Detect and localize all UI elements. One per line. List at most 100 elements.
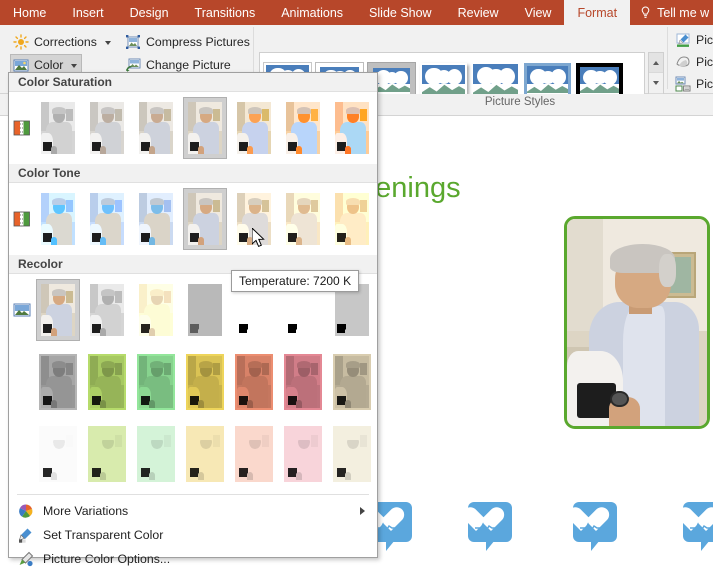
swatch-row [9, 183, 377, 255]
picture-layout-icon [675, 76, 691, 92]
swatch-light-variation-yellow[interactable] [183, 423, 227, 485]
gallery-scroll-up-button[interactable] [649, 53, 663, 74]
menu-item-picture-color-options[interactable]: Picture Color Options... [9, 547, 377, 571]
swatch-temperature-6500k[interactable] [183, 188, 227, 250]
swatch-saturation-0[interactable] [36, 97, 80, 159]
swatch-temperature-11200k[interactable] [330, 188, 374, 250]
gallery-scroll-down-button[interactable] [649, 73, 663, 94]
swatch-saturation-200[interactable] [232, 97, 276, 159]
color-dropdown-menu[interactable]: Color Saturation Color Tone Recolor More Va… [8, 72, 378, 567]
swatch-temperature-5900k[interactable] [134, 188, 178, 250]
heart-pulse-bubble-icon[interactable] [573, 502, 617, 552]
menu-item-label: More Variations [43, 504, 129, 518]
recolor-icon [13, 445, 31, 463]
compress-pictures-icon [125, 34, 141, 50]
chevron-up-icon [653, 60, 659, 65]
swatch-sepia[interactable] [134, 279, 178, 341]
swatch-dark-variation-red[interactable] [281, 351, 325, 413]
swatch-dark-variation-orange[interactable] [232, 351, 276, 413]
swatch-light-variation-orange[interactable] [232, 423, 276, 485]
corrections-button[interactable]: Corrections [10, 31, 116, 53]
ribbon-tab-design[interactable]: Design [117, 0, 182, 25]
tell-me-box[interactable]: Tell me w [630, 0, 713, 25]
menu-divider [17, 494, 369, 495]
compress-pictures-label: Compress Pictures [146, 35, 250, 49]
photo-hair-side [659, 254, 677, 288]
picture-effects-icon [675, 54, 691, 70]
swatch-row [9, 346, 377, 418]
tooltip-text: Temperature: 7200 K [239, 274, 352, 288]
corrections-label: Corrections [34, 35, 97, 49]
slide-photo[interactable] [564, 216, 710, 429]
color-tone-icon [13, 210, 31, 228]
picture-border-label: Pictu [696, 33, 713, 47]
swatch-washout[interactable] [183, 279, 227, 341]
swatch-row [9, 92, 377, 164]
section-title: Color Saturation [18, 75, 113, 89]
swatch-saturation-66[interactable] [134, 97, 178, 159]
picture-effects-label: Pictu [696, 55, 713, 69]
section-title: Color Tone [18, 166, 81, 180]
swatch-light-variation-red[interactable] [281, 423, 325, 485]
ribbon-tab-review[interactable]: Review [445, 0, 512, 25]
ribbon-tab-animations[interactable]: Animations [268, 0, 356, 25]
swatch-saturation-300[interactable] [281, 97, 325, 159]
swatch-light-variation-green[interactable] [85, 423, 129, 485]
more-variations-icon [18, 503, 34, 519]
picture-border-button[interactable]: Pictu [672, 29, 713, 51]
tooltip: Temperature: 7200 K [231, 270, 360, 292]
ribbon-tab-insert[interactable]: Insert [59, 0, 116, 25]
swatch-dark-variation-tan[interactable] [330, 351, 374, 413]
change-picture-icon [125, 57, 141, 73]
swatch-light-variation-gray[interactable] [36, 423, 80, 485]
swatch-row [9, 418, 377, 490]
swatch-dark-variation-lime[interactable] [134, 351, 178, 413]
ribbon-tab-home[interactable]: Home [0, 0, 59, 25]
ribbon-tab-format[interactable]: Format [564, 0, 631, 25]
menu-item-label: Picture Color Options... [43, 552, 171, 566]
section-title: Recolor [18, 257, 63, 271]
picture-styles-group-label: Picture Styles [484, 96, 556, 108]
swatch-saturation-33[interactable] [85, 97, 129, 159]
swatch-light-variation-tan[interactable] [330, 423, 374, 485]
ribbon-group-divider-2 [667, 27, 668, 89]
section-header-color-saturation: Color Saturation [9, 73, 377, 92]
swatch-dark-variation-yellow[interactable] [183, 351, 227, 413]
picture-effects-button[interactable]: Pictu [672, 51, 713, 73]
swatch-dark-variation-green[interactable] [85, 351, 129, 413]
swatch-temperature-4700k[interactable] [36, 188, 80, 250]
chevron-down-icon [653, 80, 659, 85]
swatch-no-recolor[interactable] [36, 279, 80, 341]
menu-item-more-variations[interactable]: More Variations [9, 499, 377, 523]
ribbon-tab-view[interactable]: View [512, 0, 565, 25]
tell-me-label: Tell me w [657, 5, 710, 20]
swatch-saturation-100[interactable] [183, 97, 227, 159]
swatch-grayscale[interactable] [85, 279, 129, 341]
chevron-down-icon [71, 64, 78, 68]
corrections-icon [13, 34, 29, 50]
ribbon-tab-bar: Home Insert Design Transitions Animations Sli… [0, 0, 713, 25]
picture-layout-button[interactable]: Pictu [672, 73, 713, 95]
submenu-arrow-icon [360, 507, 365, 515]
heart-pulse-bubble-icon[interactable] [468, 502, 512, 552]
recolor-icon [13, 301, 31, 319]
swatch-temperature-8800k[interactable] [281, 188, 325, 250]
picture-color-options-icon [18, 551, 34, 567]
photo-stethoscope [610, 390, 629, 408]
chevron-down-icon [104, 41, 111, 45]
menu-item-label: Set Transparent Color [43, 528, 164, 542]
menu-item-set-transparent-color[interactable]: Set Transparent Color [9, 523, 377, 547]
mouse-cursor [251, 226, 266, 249]
recolor-icon [13, 373, 31, 391]
swatch-temperature-5300k[interactable] [85, 188, 129, 250]
saturation-icon [13, 119, 31, 137]
ribbon-tab-transitions[interactable]: Transitions [182, 0, 269, 25]
swatch-light-variation-lime[interactable] [134, 423, 178, 485]
compress-pictures-button[interactable]: Compress Pictures [122, 31, 255, 53]
color-label: Color [34, 58, 64, 72]
swatch-saturation-400[interactable] [330, 97, 374, 159]
swatch-dark-variation-gray[interactable] [36, 351, 80, 413]
set-transparent-color-icon [18, 527, 34, 543]
ribbon-tab-slide-show[interactable]: Slide Show [356, 0, 445, 25]
heart-pulse-bubble-icon[interactable] [683, 502, 713, 552]
